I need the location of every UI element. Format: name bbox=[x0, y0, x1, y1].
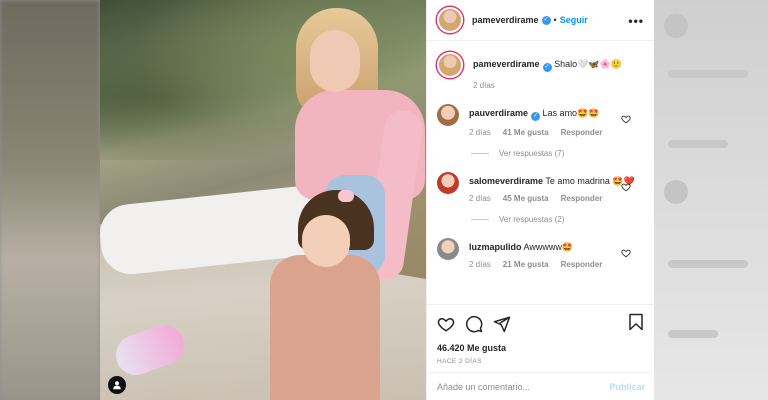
comment-input[interactable] bbox=[437, 381, 610, 392]
backdrop-left bbox=[0, 0, 100, 400]
more-icon[interactable]: ••• bbox=[628, 14, 644, 28]
backdrop-shape bbox=[668, 70, 748, 78]
heart-icon[interactable] bbox=[621, 182, 631, 192]
reply-button[interactable]: Responder bbox=[561, 193, 603, 205]
backdrop-shape bbox=[668, 140, 728, 148]
replies-line bbox=[471, 219, 489, 220]
verified-badge-icon: ✓ bbox=[541, 15, 551, 25]
follow-button[interactable]: Seguir bbox=[560, 15, 588, 25]
separator-dot: • bbox=[553, 15, 557, 25]
replies-line bbox=[471, 153, 489, 154]
post-photo[interactable] bbox=[100, 0, 426, 400]
comment-body: pauverdirame ✓ Las amo🤩🤩 2 días 41 Me gus… bbox=[469, 104, 645, 139]
heart-icon[interactable] bbox=[621, 114, 631, 124]
likes-count[interactable]: 46.420 Me gusta bbox=[437, 343, 645, 353]
comment-likes[interactable]: 45 Me gusta bbox=[503, 193, 549, 205]
view-replies-button[interactable]: Ver respuestas (7) bbox=[471, 149, 645, 158]
action-icons bbox=[437, 313, 645, 335]
comment-item: luzmapulido Awwwww🤩 2 días 21 Me gusta R… bbox=[437, 238, 645, 271]
post-side-panel: pameverdirame ✓ • Seguir ••• pameverdira… bbox=[426, 0, 655, 400]
comment-username[interactable]: salomeverdirame bbox=[469, 176, 543, 186]
comment-text: Las amo🤩🤩 bbox=[542, 108, 600, 118]
view-replies-button[interactable]: Ver respuestas (2) bbox=[471, 215, 645, 224]
verified-badge-icon: ✓ bbox=[531, 112, 541, 121]
caption: pameverdirame ✓ Shalo🤍🦋🌸🙂 2 días bbox=[437, 52, 645, 92]
photo-hair-bow bbox=[338, 190, 354, 202]
backdrop-shape bbox=[668, 330, 718, 338]
backdrop-shape bbox=[664, 14, 688, 38]
bookmark-icon[interactable] bbox=[627, 313, 645, 331]
avatar[interactable] bbox=[437, 104, 459, 126]
avatar[interactable] bbox=[437, 7, 463, 33]
caption-username[interactable]: pameverdirame bbox=[473, 59, 540, 69]
user-tag-glyph bbox=[113, 381, 121, 390]
comment-icon[interactable] bbox=[465, 315, 483, 333]
avatar[interactable] bbox=[437, 172, 459, 194]
caption-text: Shalo🤍🦋🌸🙂 bbox=[554, 59, 622, 69]
avatar[interactable] bbox=[437, 238, 459, 260]
reply-button[interactable]: Responder bbox=[561, 127, 603, 139]
view-replies-label: Ver respuestas (7) bbox=[499, 149, 565, 158]
comment-likes[interactable]: 21 Me gusta bbox=[503, 259, 549, 271]
photo-child-face bbox=[302, 215, 350, 267]
post-username[interactable]: pameverdirame bbox=[472, 15, 539, 25]
backdrop-shape bbox=[668, 260, 748, 268]
post-header: pameverdirame ✓ • Seguir ••• bbox=[427, 0, 654, 41]
share-icon[interactable] bbox=[493, 315, 511, 333]
publish-button[interactable]: Publicar bbox=[609, 382, 645, 392]
verified-badge-icon: ✓ bbox=[542, 63, 552, 72]
user-tag-icon[interactable] bbox=[108, 376, 126, 394]
caption-meta: 2 días bbox=[473, 80, 645, 92]
post-actions: 46.420 Me gusta HACE 2 DÍAS bbox=[427, 304, 655, 365]
comment-likes[interactable]: 41 Me gusta bbox=[503, 127, 549, 139]
comment-time[interactable]: 2 días bbox=[469, 193, 491, 205]
heart-icon[interactable] bbox=[621, 248, 631, 258]
add-comment-bar: Publicar bbox=[427, 372, 655, 400]
post-date[interactable]: HACE 2 DÍAS bbox=[437, 358, 645, 365]
comments-list[interactable]: pameverdirame ✓ Shalo🤍🦋🌸🙂 2 días pauverdi… bbox=[427, 42, 655, 304]
backdrop-shape bbox=[664, 180, 688, 204]
comment-meta: 2 días 45 Me gusta Responder bbox=[469, 193, 645, 205]
comment-meta: 2 días 21 Me gusta Responder bbox=[469, 259, 645, 271]
comment-time[interactable]: 2 días bbox=[469, 127, 491, 139]
comment-meta: 2 días 41 Me gusta Responder bbox=[469, 127, 645, 139]
comment-username[interactable]: luzmapulido bbox=[469, 242, 522, 252]
backdrop-right bbox=[654, 0, 768, 400]
photo-woman-face bbox=[310, 30, 360, 92]
comment-username[interactable]: pauverdirame bbox=[469, 108, 528, 118]
comment-text: Awwwww🤩 bbox=[523, 242, 574, 252]
avatar[interactable] bbox=[437, 52, 463, 78]
photo-child-body bbox=[270, 255, 380, 400]
comment-item: pauverdirame ✓ Las amo🤩🤩 2 días 41 Me gus… bbox=[437, 104, 645, 139]
heart-icon[interactable] bbox=[437, 315, 455, 333]
comment-body: luzmapulido Awwwww🤩 2 días 21 Me gusta R… bbox=[469, 238, 645, 271]
view-replies-label: Ver respuestas (2) bbox=[499, 215, 565, 224]
comment-time[interactable]: 2 días bbox=[469, 259, 491, 271]
caption-body: pameverdirame ✓ Shalo🤍🦋🌸🙂 2 días bbox=[473, 52, 645, 92]
comment-item: salomeverdirame Te amo madrina 🤩❤️ 2 día… bbox=[437, 172, 645, 205]
comment-body: salomeverdirame Te amo madrina 🤩❤️ 2 día… bbox=[469, 172, 645, 205]
caption-time[interactable]: 2 días bbox=[473, 80, 495, 92]
reply-button[interactable]: Responder bbox=[561, 259, 603, 271]
